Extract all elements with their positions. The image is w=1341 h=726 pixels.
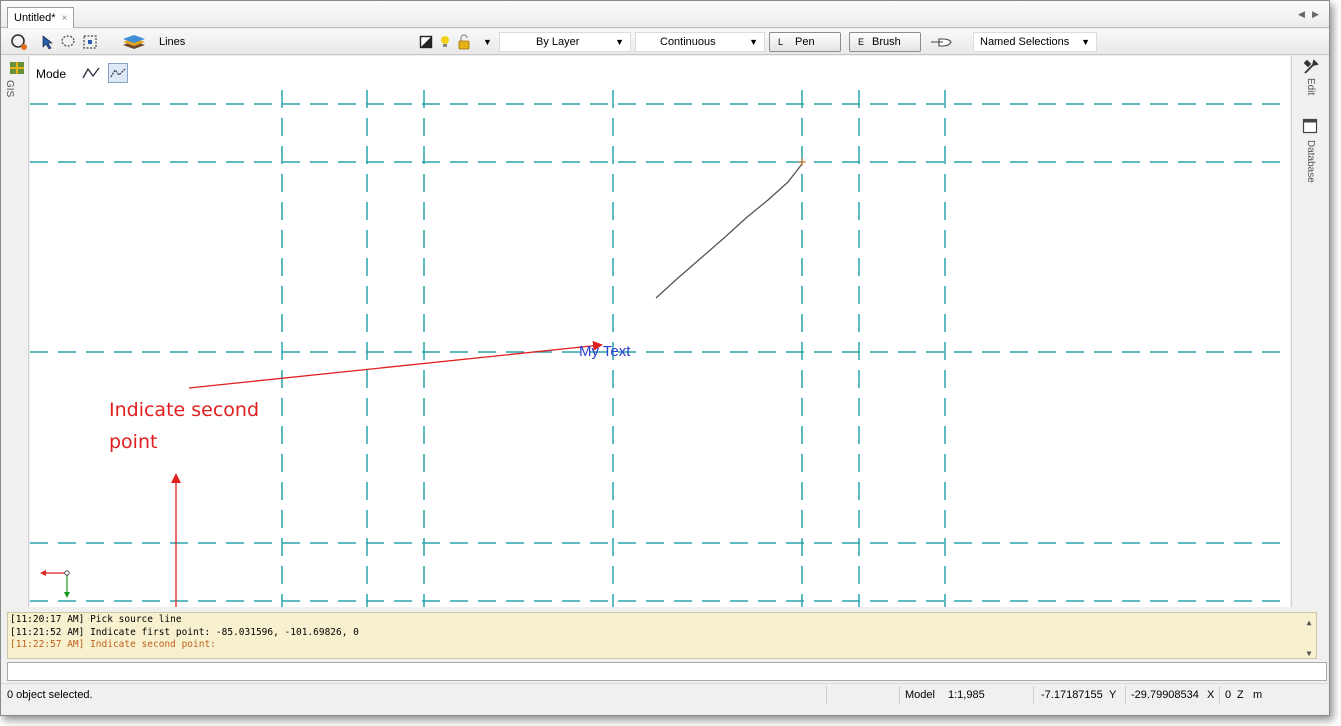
chevron-down-icon: ▼ [1081,37,1090,47]
x-coordinate-label: X [1207,689,1215,701]
grid-lines [30,90,1290,607]
z-coordinate-label: Z [1237,689,1244,701]
color-select[interactable]: By Layer ▼ [499,32,631,52]
linetype-value: Continuous [660,36,716,48]
right-panel-strip: Edit Database [1291,56,1329,607]
window-select-icon[interactable] [81,32,99,52]
brush-button[interactable]: E Brush [849,32,921,52]
instruction-annotation: Indicate second point [109,394,309,458]
pointing-hand-icon[interactable] [929,32,955,52]
status-separator [826,686,827,704]
named-selections-label: Named Selections [980,36,1070,48]
drawn-line-entity [655,163,803,299]
command-input[interactable] [7,662,1327,681]
document-tab-title: Untitled* [14,12,56,24]
status-bar: 0 object selected. Model 1:1,985 -7.1718… [1,683,1329,705]
chevron-down-icon: ▼ [749,37,758,47]
drawing-canvas[interactable] [30,90,1290,607]
database-icon[interactable] [1302,118,1318,137]
status-separator [899,686,900,704]
lasso-select-icon[interactable] [59,32,77,52]
log-scrollbar[interactable]: ▲ ▼ [1302,613,1316,658]
database-panel-label[interactable]: Database [1305,140,1316,183]
linetype-select[interactable]: Continuous ▼ [635,32,765,52]
log-line: [11:20:17 AM] Pick source line [10,614,182,625]
vertex-marker [798,158,806,166]
command-log: [11:20:17 AM] Pick source line [11:21:52… [7,612,1317,659]
brush-shortcut: E [858,37,865,47]
status-separator [1219,686,1220,704]
status-separator [1033,686,1034,704]
selection-status: 0 object selected. [7,689,93,701]
layer-field[interactable]: Lines [151,32,411,52]
layer-dropdown-icon[interactable]: ▼ [483,32,492,52]
log-line: [11:21:52 AM] Indicate first point: -85.… [10,626,359,638]
canvas-text-entity[interactable]: My Text [579,343,630,360]
log-line-current: [11:22:57 AM] Indicate second point: [10,639,216,650]
chevron-down-icon: ▼ [615,37,624,47]
layer-visibility-icon[interactable] [419,32,433,52]
main-toolbar: Lines ▼ By Layer ▼ Continuous ▼ L Pen E … [1,29,1329,55]
curve-mode-icon[interactable] [108,63,128,83]
coordinate-axes-icon [40,570,70,598]
scale-readout[interactable]: 1:1,985 [948,684,985,706]
canvas-drawing [30,90,1290,607]
app-window: Untitled* × ◀ ▶ Lines ▼ By Layer ▼ Conti… [0,0,1330,716]
scroll-down-icon[interactable]: ▼ [1302,648,1316,661]
layer-bulb-icon[interactable] [439,32,451,52]
select-arrow-icon[interactable] [39,32,57,52]
y-coordinate-value: -7.17187155 [1041,689,1103,701]
polyline-mode-icon[interactable] [81,64,101,82]
annotation-line-1: Indicate second [109,399,260,421]
brush-label: Brush [872,36,901,48]
layer-name: Lines [159,36,186,48]
mode-bar: Mode [30,56,1290,90]
tab-navigation: ◀ ▶ [1296,8,1321,21]
gis-panel-label[interactable]: GIS [4,80,15,97]
model-space-toggle[interactable]: Model [905,684,935,706]
scroll-up-icon[interactable]: ▲ [1302,617,1316,630]
named-selections-select[interactable]: Named Selections ▼ [973,32,1097,52]
snap-icon[interactable] [9,32,29,52]
document-tab-strip: Untitled* × ◀ ▶ [1,1,1329,28]
edit-panel-label[interactable]: Edit [1305,78,1316,95]
x-coordinate-value: -29.79908534 [1131,689,1199,701]
y-coordinate-label: Y [1109,689,1117,701]
mode-label: Mode [36,67,67,81]
pen-shortcut: L [778,37,784,47]
tab-next-icon[interactable]: ▶ [1310,8,1321,21]
tab-prev-icon[interactable]: ◀ [1296,8,1307,21]
gis-globe-icon[interactable] [9,60,25,79]
unit-label: m [1253,689,1263,701]
left-panel-strip: GIS [1,56,29,607]
tab-close-icon[interactable]: × [62,13,68,24]
annotation-line-2: point [109,431,158,453]
layers-icon[interactable] [121,32,147,52]
z-coordinate-value: 0 [1225,689,1232,701]
status-separator [1125,686,1126,704]
edit-tools-icon[interactable] [1302,58,1320,79]
pen-label: Pen [795,36,815,48]
pen-button[interactable]: L Pen [769,32,841,52]
layer-lock-icon[interactable] [457,32,471,52]
color-value: By Layer [536,36,580,48]
document-tab-untitled[interactable]: Untitled* × [7,7,75,28]
